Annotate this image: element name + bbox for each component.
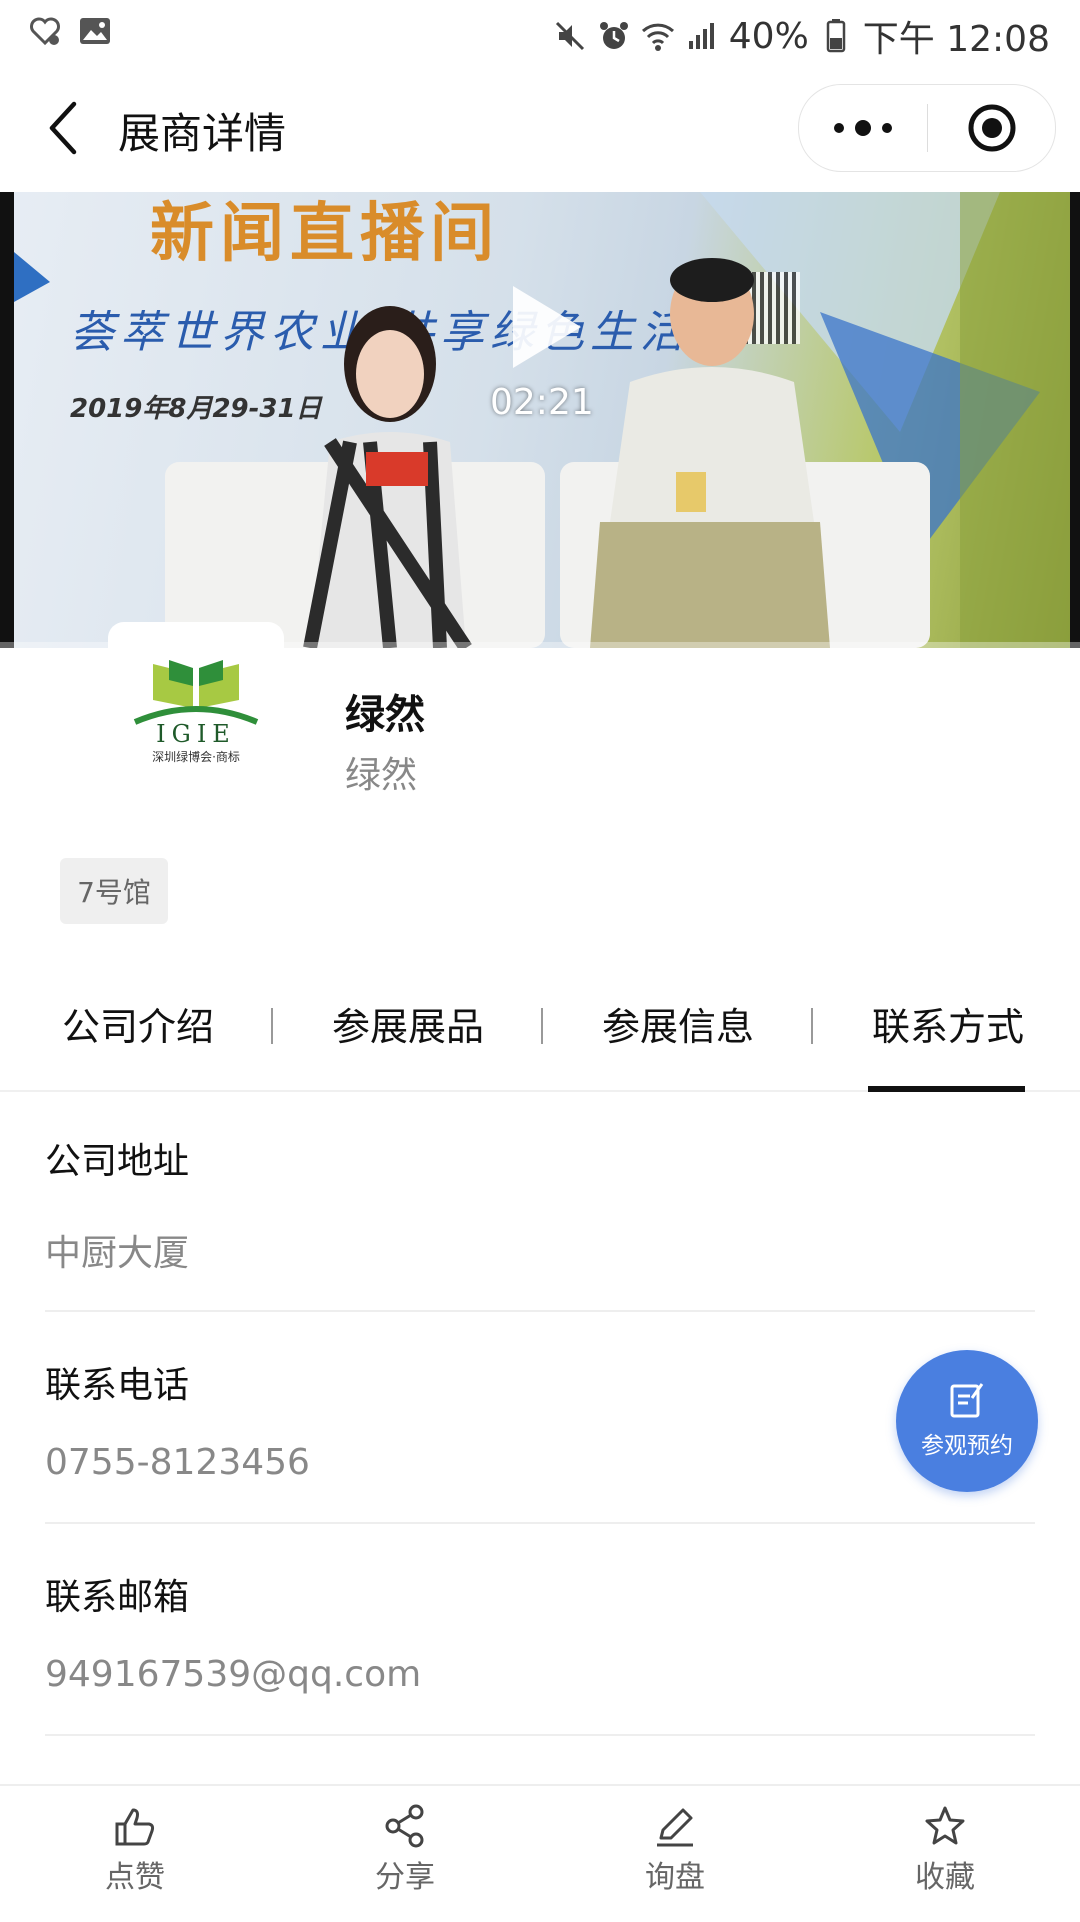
wifi-icon	[641, 23, 674, 51]
pen-icon	[657, 1808, 693, 1847]
favorite-button[interactable]: 收藏	[885, 1804, 1005, 1896]
battery-percent: 40%	[728, 15, 809, 57]
share-label: 分享	[375, 1860, 435, 1895]
more-button[interactable]	[799, 85, 927, 171]
image-icon	[80, 18, 110, 44]
email-label: 联系邮箱	[45, 1577, 190, 1618]
logo-wordmark: IGIE	[156, 719, 236, 748]
address-label: 公司地址	[45, 1141, 190, 1182]
star-icon	[925, 1806, 965, 1845]
play-icon[interactable]	[505, 282, 585, 372]
interviewer-figure	[303, 306, 472, 648]
inquiry-button[interactable]: 询盘	[615, 1804, 735, 1896]
favorite-label: 收藏	[915, 1860, 975, 1895]
visit-appointment-button[interactable]: 参观预约	[896, 1350, 1038, 1492]
like-label: 点赞	[105, 1860, 165, 1895]
status-bar: 40% 下午 12:08	[0, 0, 1080, 64]
page-title: 展商详情	[118, 109, 287, 158]
interviewee-figure	[590, 258, 830, 648]
tab-exhibits[interactable]: 参展展品	[332, 996, 484, 1051]
active-tab-indicator	[868, 1086, 1025, 1092]
alarm-icon	[599, 22, 628, 49]
phone-value[interactable]: 0755-8123456	[45, 1442, 1035, 1483]
tab-contact[interactable]: 联系方式	[872, 996, 1024, 1051]
email-value[interactable]: 949167539@qq.com	[45, 1654, 1035, 1695]
clock: 下午 12:08	[862, 19, 1050, 60]
video-letterbox-left	[0, 192, 14, 648]
video-player[interactable]: 新闻直播间 荟萃世界农业 共享绿色生活 2019年8月29-31日 02:21	[0, 192, 1080, 648]
exhibitor-logo: IGIE 深圳绿博会·商标	[108, 622, 284, 798]
back-arrow-icon[interactable]	[40, 98, 86, 158]
close-miniprogram-button[interactable]	[928, 85, 1055, 171]
company-name: 绿然	[345, 692, 425, 738]
video-banner-title: 新闻直播间	[150, 196, 500, 271]
tab-company-intro[interactable]: 公司介绍	[62, 996, 214, 1051]
tab-bar: 公司介绍 参展展品 参展信息 联系方式	[0, 968, 1080, 1092]
battery-icon	[826, 19, 846, 53]
more-dots-icon	[834, 120, 892, 136]
visit-appointment-label: 参观预约	[921, 1433, 1013, 1459]
divider	[45, 1734, 1035, 1736]
divider	[45, 1310, 1035, 1312]
tab-exhibition-info[interactable]: 参展信息	[602, 996, 754, 1051]
inquiry-label: 询盘	[645, 1860, 705, 1895]
bottom-action-bar: 点赞 分享 询盘 收藏	[0, 1784, 1080, 1922]
mute-icon	[555, 21, 584, 51]
address-value: 中厨大厦	[45, 1233, 190, 1274]
tab-separator	[811, 1008, 813, 1044]
phone-section: 联系电话 0755-8123456	[45, 1356, 1035, 1483]
navigation-header: 展商详情	[0, 64, 1080, 192]
divider	[45, 1522, 1035, 1524]
share-icon	[385, 1804, 424, 1848]
video-duration: 02:21	[490, 382, 594, 423]
share-button[interactable]: 分享	[345, 1804, 465, 1896]
book-logo-icon	[133, 659, 259, 725]
logo-subtext: 深圳绿博会·商标	[152, 749, 240, 764]
tab-separator	[271, 1008, 273, 1044]
miniprogram-capsule	[798, 84, 1056, 172]
thumbs-up-icon	[115, 1808, 155, 1846]
target-close-icon	[968, 104, 1015, 152]
signal-icon	[688, 23, 714, 49]
tab-separator	[541, 1008, 543, 1044]
edit-note-icon	[950, 1383, 984, 1418]
notification-heart-icon	[30, 17, 60, 46]
phone-label: 联系电话	[45, 1365, 190, 1406]
hall-tag: 7号馆	[60, 858, 168, 924]
company-subtitle: 绿然	[345, 755, 418, 796]
video-letterbox-right	[1070, 192, 1080, 648]
email-section: 联系邮箱 949167539@qq.com	[45, 1568, 1035, 1695]
address-section: 公司地址 中厨大厦	[45, 1132, 1035, 1276]
like-button[interactable]: 点赞	[75, 1804, 195, 1896]
